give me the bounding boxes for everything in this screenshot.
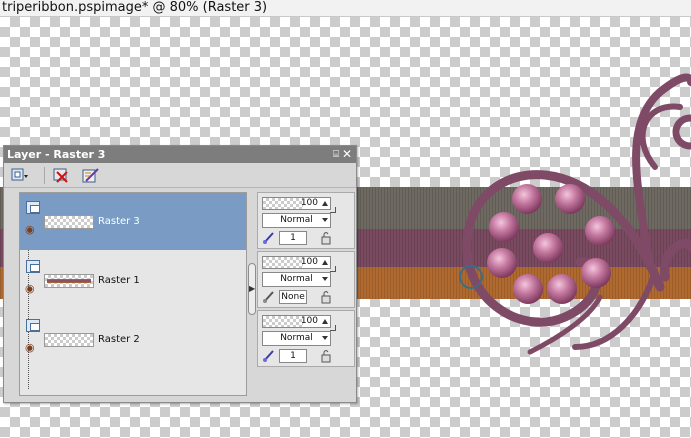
delete-layer-icon[interactable] — [52, 167, 70, 184]
corner-resize-icon — [330, 207, 336, 213]
blend-mode-value: Normal — [280, 274, 313, 284]
blend-mode-select[interactable]: Normal — [262, 331, 331, 346]
lock-icon[interactable] — [318, 349, 332, 363]
blend-mode-select[interactable]: Normal — [262, 213, 331, 228]
opacity-value: 100 — [300, 198, 318, 208]
toolbar-separator — [44, 167, 45, 184]
layer-palette: Layer - Raster 3 ⌸ ✕ ◉ Raster 3 ◉ Raster… — [3, 145, 357, 403]
blend-mode-value: Normal — [280, 215, 313, 225]
layer-props-raster-1: 100 Normal None — [257, 251, 355, 308]
layer-name: Raster 3 — [98, 216, 140, 227]
blend-mode-select[interactable]: Normal — [262, 272, 331, 287]
brush-icon — [263, 350, 274, 362]
document-title-bar: triperibbon.pspimage* @ 80% (Raster 3) — [0, 0, 691, 17]
layer-list: ◉ Raster 3 ◉ Raster 1 ◉ Raster 2 — [19, 192, 247, 396]
layer-row-raster-1[interactable]: ◉ Raster 1 — [20, 252, 246, 309]
corner-resize-icon — [330, 325, 336, 331]
lock-icon[interactable] — [318, 290, 332, 304]
swirl-loop — [672, 114, 691, 150]
edge-value-field[interactable]: 1 — [279, 231, 307, 245]
layer-row-raster-2[interactable]: ◉ Raster 2 — [20, 311, 246, 368]
opacity-value: 100 — [300, 257, 318, 267]
visibility-eye-icon[interactable]: ◉ — [25, 224, 35, 236]
brush-icon — [263, 291, 274, 303]
layer-thumbnail — [44, 215, 94, 229]
layer-palette-title: Layer - Raster 3 — [7, 148, 106, 161]
edge-value-field[interactable]: None — [279, 290, 307, 304]
layer-props-raster-3: 100 Normal 1 — [257, 192, 355, 249]
layer-palette-title-bar[interactable]: Layer - Raster 3 ⌸ ✕ — [4, 146, 356, 163]
visibility-eye-icon[interactable]: ◉ — [25, 283, 35, 295]
slider-arrow-icon[interactable] — [322, 201, 328, 206]
slider-arrow-icon[interactable] — [322, 319, 328, 324]
pin-icon[interactable]: ⌸ — [333, 147, 339, 162]
dropdown-arrow-icon — [322, 336, 328, 340]
layer-properties-icon[interactable] — [82, 167, 100, 184]
raster-layer-icon — [26, 319, 40, 332]
blend-mode-value: Normal — [280, 333, 313, 343]
edge-value-field[interactable]: 1 — [279, 349, 307, 363]
close-icon[interactable]: ✕ — [342, 146, 352, 162]
slider-arrow-icon[interactable] — [322, 260, 328, 265]
opacity-slider[interactable]: 100 — [262, 197, 331, 210]
layer-thumbnail — [44, 274, 94, 288]
dropdown-arrow-icon — [322, 277, 328, 281]
opacity-slider[interactable]: 100 — [262, 256, 331, 269]
raster-layer-icon — [26, 201, 40, 214]
layer-thumbnail — [44, 333, 94, 347]
corner-resize-icon — [330, 266, 336, 272]
layer-properties-column: 100 Normal 1 100 Normal None 100 Normal … — [257, 192, 355, 396]
layer-palette-toolbar — [4, 163, 356, 188]
brush-icon — [263, 232, 274, 244]
visibility-eye-icon[interactable]: ◉ — [25, 342, 35, 354]
opacity-value: 100 — [300, 316, 318, 326]
layer-props-raster-2: 100 Normal 1 — [257, 310, 355, 367]
opacity-slider[interactable]: 100 — [262, 315, 331, 328]
dropdown-arrow-icon — [322, 218, 328, 222]
new-layer-icon[interactable] — [10, 167, 28, 184]
lock-icon[interactable] — [318, 231, 332, 245]
raster-layer-icon — [26, 260, 40, 273]
layer-row-raster-3[interactable]: ◉ Raster 3 — [20, 193, 246, 250]
layer-name: Raster 2 — [98, 334, 140, 345]
layer-name: Raster 1 — [98, 275, 140, 286]
pane-splitter-handle[interactable]: ▶ — [248, 263, 256, 315]
document-title: triperibbon.pspimage* @ 80% (Raster 3) — [2, 0, 268, 15]
